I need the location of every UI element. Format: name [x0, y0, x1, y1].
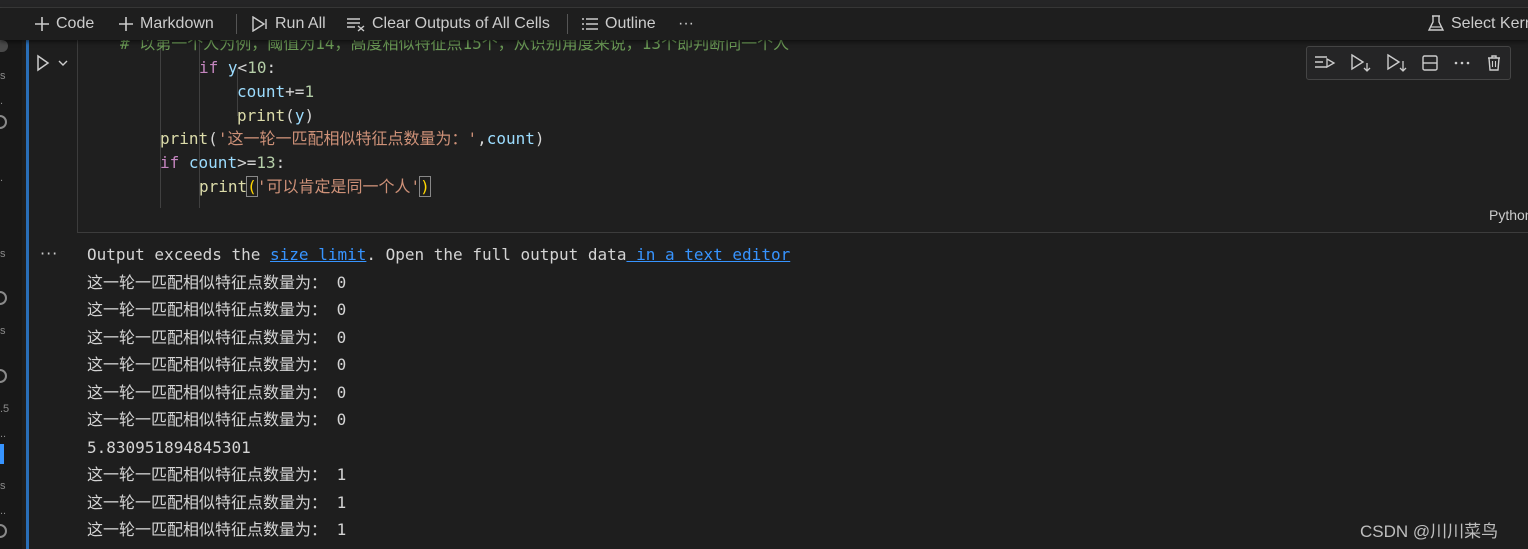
- cell-focus-indicator: [26, 40, 29, 549]
- outline-button[interactable]: Outline: [581, 8, 656, 40]
- code-line: print('这一轮一匹配相似特征点数量为：',count): [160, 129, 545, 148]
- plus-icon: [119, 17, 133, 31]
- output-line: 5.830951894845301: [87, 438, 251, 457]
- watermark: CSDN @川川菜鸟: [1360, 522, 1499, 541]
- outline-label: Outline: [605, 15, 656, 32]
- output-line: 这一轮一匹配相似特征点数量为： 0: [87, 355, 347, 374]
- trash-icon: [1488, 55, 1501, 71]
- gear-icon: [0, 115, 7, 129]
- output-line: 这一轮一匹配相似特征点数量为： 1: [87, 465, 347, 484]
- sidebar-fragment: s: [0, 480, 6, 492]
- run-all-icon: [252, 16, 267, 32]
- code-line: print('可以肯定是同一个人'): [199, 176, 431, 197]
- execute-above-button[interactable]: [1314, 54, 1336, 72]
- gear-icon: [0, 291, 7, 305]
- select-kernel-label: Select Kern: [1451, 15, 1528, 32]
- add-code-cell-button[interactable]: Code: [34, 8, 94, 40]
- add-markdown-cell-button[interactable]: Markdown: [118, 8, 214, 40]
- run-down-icon: [1386, 53, 1407, 72]
- output-truncation-notice: Output exceeds the size limit. Open the …: [87, 241, 790, 268]
- toolbar-divider: [567, 14, 568, 34]
- output-line: 这一轮一匹配相似特征点数量为： 0: [87, 328, 347, 347]
- add-markdown-cell-label: Markdown: [140, 15, 214, 32]
- output-line: 这一轮一匹配相似特征点数量为： 0: [87, 383, 347, 402]
- run-all-button[interactable]: Run All: [251, 8, 326, 40]
- split-cell-button[interactable]: [1421, 54, 1439, 72]
- editor-tab-strip: [0, 0, 1528, 8]
- execute-cell-and-below-button[interactable]: [1350, 53, 1372, 73]
- gear-icon: [0, 369, 7, 383]
- sidebar-fragment: .: [0, 172, 4, 184]
- output-line: 这一轮一匹配相似特征点数量为： 0: [87, 410, 347, 429]
- output-line: 这一轮一匹配相似特征点数量为： 1: [87, 520, 347, 539]
- explorer-sliver: s . . s s .5 .. s ..: [0, 40, 22, 549]
- sidebar-fragment: s: [0, 248, 6, 260]
- sidebar-fragment: .: [0, 95, 4, 107]
- split-cell-icon: [1422, 55, 1439, 71]
- notice-text: . Open the full output data: [366, 245, 627, 264]
- run-all-label: Run All: [275, 15, 326, 32]
- run-below-icon: [1351, 53, 1371, 72]
- notice-text: Output exceeds the: [87, 245, 271, 264]
- clear-outputs-button[interactable]: Clear Outputs of All Cells: [346, 8, 550, 40]
- code-line: print(y): [237, 106, 315, 125]
- list-icon: [582, 18, 598, 30]
- notebook-toolbar: Code Markdown Run All Clear Outputs of A…: [0, 8, 1528, 40]
- output-line: 这一轮一匹配相似特征点数量为： 1: [87, 493, 347, 512]
- execute-cell-and-down-button[interactable]: [1386, 53, 1408, 73]
- notebook-editor: Code Markdown Run All Clear Outputs of A…: [0, 0, 1528, 549]
- add-code-cell-label: Code: [56, 15, 95, 32]
- gear-icon: [0, 524, 7, 538]
- plus-icon: [35, 17, 49, 31]
- output-line: 这一轮一匹配相似特征点数量为： 0: [87, 273, 347, 292]
- output-more-button[interactable]: ···: [40, 244, 58, 263]
- sidebar-fragment: .5: [0, 403, 10, 415]
- output-line: 这一轮一匹配相似特征点数量为： 0: [87, 300, 347, 319]
- sidebar-fragment: s: [0, 325, 6, 337]
- more-icon: [1454, 61, 1470, 65]
- cell-toolbar: [1306, 46, 1511, 80]
- code-line: if count>=13:: [160, 153, 286, 172]
- chevron-down-icon[interactable]: [56, 56, 70, 70]
- run-above-icon: [1314, 56, 1336, 69]
- scroll-thumb[interactable]: [0, 40, 8, 52]
- sidebar-fragment: ..: [0, 505, 7, 517]
- more-actions-button[interactable]: ···: [678, 8, 694, 40]
- clear-outputs-label: Clear Outputs of All Cells: [372, 15, 550, 32]
- cell-language-indicator[interactable]: Python: [1489, 207, 1528, 223]
- select-kernel-button[interactable]: Select Kern: [1427, 8, 1528, 40]
- code-line: if y<10:: [199, 58, 277, 77]
- cell-more-actions-button[interactable]: [1453, 54, 1471, 72]
- sidebar-fragment: s: [0, 70, 6, 82]
- code-line: count+=1: [237, 82, 315, 101]
- size-limit-link[interactable]: size limit: [270, 245, 366, 264]
- selected-item-indicator: [0, 444, 4, 464]
- delete-cell-button[interactable]: [1485, 54, 1503, 72]
- toolbar-divider: [236, 14, 237, 34]
- kernel-icon: [1427, 15, 1445, 31]
- sidebar-fragment: ..: [0, 428, 7, 440]
- indent-guide: [160, 40, 161, 208]
- clear-all-icon: [347, 18, 365, 32]
- open-in-text-editor-link[interactable]: in a text editor: [626, 245, 790, 264]
- run-cell-button[interactable]: [36, 52, 76, 74]
- more-icon: ···: [678, 15, 694, 32]
- play-icon: [37, 54, 50, 72]
